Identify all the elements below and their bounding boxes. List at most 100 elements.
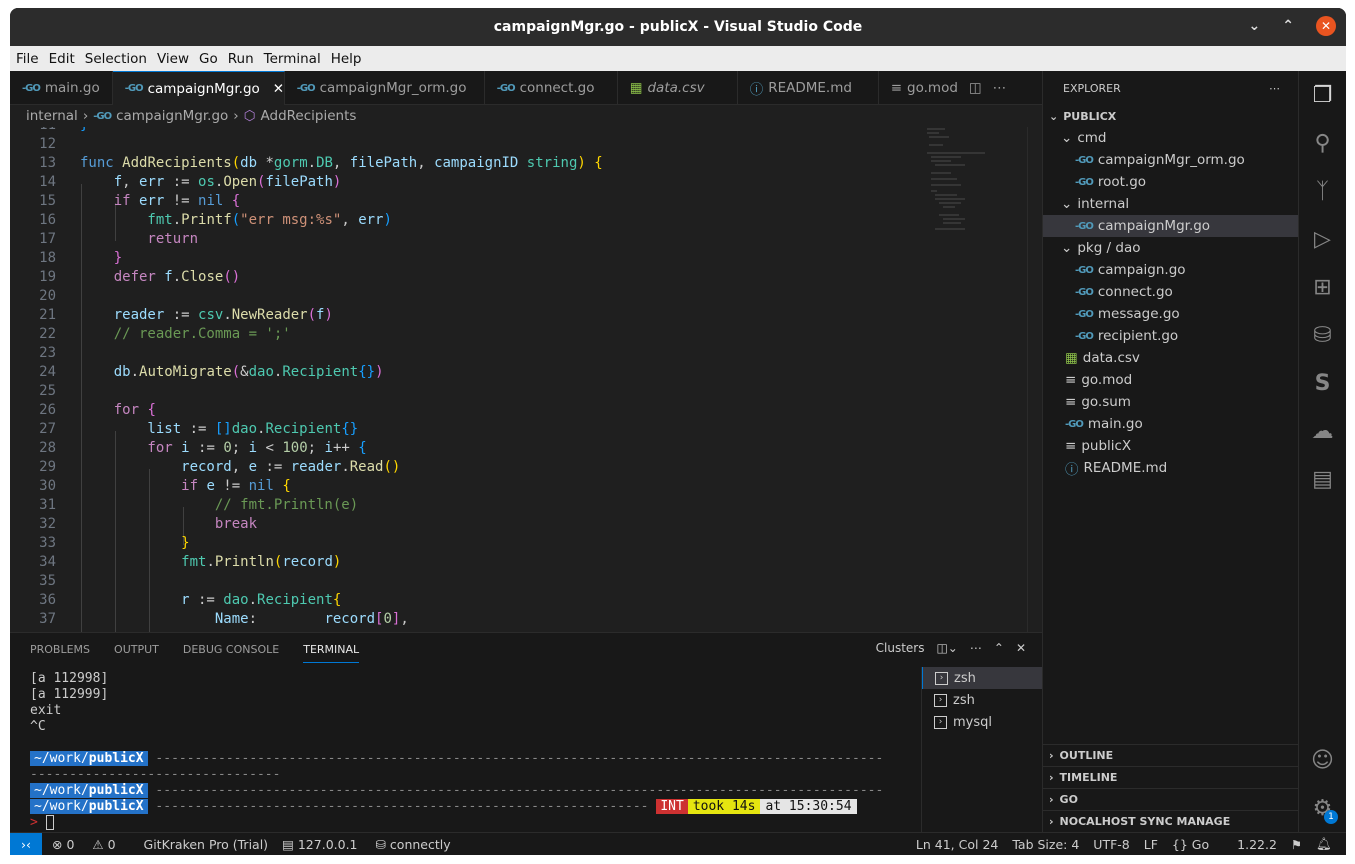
close-tab-icon[interactable]: ✕ bbox=[273, 81, 284, 97]
breadcrumb-file[interactable]: campaignMgr.go bbox=[116, 108, 228, 124]
encoding[interactable]: UTF-8 bbox=[1093, 837, 1129, 852]
menu-view[interactable]: View bbox=[157, 51, 189, 67]
tree-folder[interactable]: ⌄ internal bbox=[1043, 193, 1298, 215]
tab-readme-md[interactable]: ⓘ README.md bbox=[738, 71, 879, 105]
notifications-icon[interactable]: 🔔︎ bbox=[1316, 836, 1332, 852]
tree-file[interactable]: ≡ publicX bbox=[1043, 435, 1298, 457]
line-number: 12 bbox=[39, 136, 56, 152]
maximize-button[interactable]: ⌃ bbox=[1282, 18, 1294, 34]
host-status[interactable]: ▤ 127.0.0.1 ⛁ connectly bbox=[282, 837, 465, 852]
tree-file[interactable]: ≡ go.sum bbox=[1043, 391, 1298, 413]
remote-indicator-icon[interactable]: ›‹ bbox=[10, 832, 42, 855]
code-token: { bbox=[147, 402, 156, 418]
code-line: 12 bbox=[10, 135, 1010, 154]
tab-output[interactable]: OUTPUT bbox=[114, 643, 159, 656]
tree-file[interactable]: -GO recipient.go bbox=[1043, 325, 1298, 347]
run-debug-icon[interactable]: ▷ bbox=[1299, 215, 1346, 263]
root-folder[interactable]: ⌄ PUBLICX bbox=[1043, 105, 1298, 127]
tree-folder[interactable]: ⌄ cmd bbox=[1043, 127, 1298, 149]
close-window-button[interactable]: ✕ bbox=[1316, 16, 1336, 36]
section-go[interactable]: › GO bbox=[1043, 788, 1298, 810]
s-extension-icon[interactable]: S bbox=[1299, 359, 1346, 407]
tab-debug-console[interactable]: DEBUG CONSOLE bbox=[183, 643, 279, 656]
code-token: Open bbox=[223, 174, 258, 190]
code-editor[interactable]: 11}1213func AddRecipients(db *gorm.DB, f… bbox=[10, 127, 1042, 632]
tab-terminal[interactable]: TERMINAL bbox=[303, 635, 360, 663]
tree-file[interactable]: -GO message.go bbox=[1043, 303, 1298, 325]
notebook-icon[interactable]: ▤ bbox=[1299, 455, 1346, 503]
code-token: csv bbox=[198, 307, 224, 323]
more-actions-icon[interactable]: ⋯ bbox=[1269, 82, 1280, 95]
tab-label: README.md bbox=[768, 80, 852, 96]
section-timeline[interactable]: › TIMELINE bbox=[1043, 766, 1298, 788]
language-mode[interactable]: {} Go bbox=[1172, 837, 1223, 852]
eol[interactable]: LF bbox=[1144, 837, 1158, 852]
more-actions-icon[interactable]: ⋯ bbox=[970, 641, 982, 655]
source-control-icon[interactable]: ᛉ bbox=[1299, 167, 1346, 215]
line-number: 13 bbox=[39, 155, 56, 171]
menu-go[interactable]: Go bbox=[199, 51, 218, 67]
tree-file[interactable]: -GO root.go bbox=[1043, 171, 1298, 193]
feedback-icon[interactable]: ⚑ bbox=[1291, 837, 1302, 852]
tab-size[interactable]: Tab Size: 4 bbox=[1012, 837, 1079, 852]
kubernetes-icon[interactable]: ☁ bbox=[1299, 407, 1346, 455]
code-line: 36 r := dao.Recipient{ bbox=[10, 591, 1010, 610]
code-token: record bbox=[282, 554, 333, 570]
clusters-label[interactable]: Clusters bbox=[876, 641, 925, 655]
search-icon[interactable]: ⚲ bbox=[1299, 119, 1346, 167]
tree-file[interactable]: -GO connect.go bbox=[1043, 281, 1298, 303]
tab-go-mod[interactable]: ≡ go.mod ◫ ⋯ bbox=[879, 71, 1018, 105]
split-terminal-icon[interactable]: ◫⌄ bbox=[936, 641, 957, 655]
menu-edit[interactable]: Edit bbox=[49, 51, 75, 67]
cursor-position[interactable]: Ln 41, Col 24 bbox=[916, 837, 998, 852]
gitkraken-status[interactable]: GitKraken Pro (Trial) bbox=[144, 837, 269, 852]
tab-campaignmgr-orm-go[interactable]: -GO campaignMgr_orm.go bbox=[285, 71, 485, 105]
explorer-icon[interactable]: ❐ bbox=[1299, 71, 1346, 119]
account-icon[interactable]: ☺ bbox=[1299, 736, 1346, 784]
code-token: Recipient bbox=[265, 421, 342, 437]
tree-folder[interactable]: ⌄ pkg / dao bbox=[1043, 237, 1298, 259]
tree-file[interactable]: -GO campaignMgr.go bbox=[1043, 215, 1298, 237]
split-editor-icon[interactable]: ◫ bbox=[969, 80, 982, 96]
tab-data-csv[interactable]: ▦ data.csv bbox=[618, 71, 738, 105]
lines-file-icon: ≡ bbox=[890, 80, 903, 96]
close-panel-icon[interactable]: ✕ bbox=[1016, 641, 1026, 655]
tree-file[interactable]: ⓘ README.md bbox=[1043, 457, 1298, 479]
problems-status[interactable]: ⊗ 0 ⚠ 0 bbox=[52, 837, 130, 852]
menu-run[interactable]: Run bbox=[228, 51, 254, 67]
menu-selection[interactable]: Selection bbox=[85, 51, 147, 67]
editor-scrollbar[interactable] bbox=[1027, 127, 1041, 632]
code-token: () bbox=[223, 269, 241, 285]
terminal-item[interactable]: › zsh bbox=[922, 667, 1042, 689]
tree-file[interactable]: -GO campaignMgr_orm.go bbox=[1043, 149, 1298, 171]
maximize-panel-icon[interactable]: ⌃ bbox=[994, 641, 1004, 655]
minimize-button[interactable]: ⌄ bbox=[1249, 18, 1261, 34]
tree-file[interactable]: -GO main.go bbox=[1043, 413, 1298, 435]
menu-file[interactable]: File bbox=[16, 51, 39, 67]
extensions-icon[interactable]: ⊞ bbox=[1299, 263, 1346, 311]
breadcrumb-symbol[interactable]: AddRecipients bbox=[261, 108, 357, 124]
code-token: := bbox=[164, 174, 199, 190]
tab-main-go[interactable]: -GO main.go bbox=[10, 71, 113, 105]
tree-file[interactable]: ▦ data.csv bbox=[1043, 347, 1298, 369]
menu-help[interactable]: Help bbox=[331, 51, 362, 67]
go-version[interactable]: 1.22.2 bbox=[1237, 837, 1277, 852]
tab-campaignmgr-go[interactable]: -GO campaignMgr.go ✕ bbox=[112, 71, 285, 105]
terminal-item[interactable]: › mysql bbox=[922, 711, 1042, 733]
tab-connect-go[interactable]: -GO connect.go bbox=[485, 71, 618, 105]
code-token: ; bbox=[307, 440, 325, 456]
section-outline[interactable]: › OUTLINE bbox=[1043, 744, 1298, 766]
breadcrumb-folder[interactable]: internal bbox=[26, 108, 78, 124]
section-nocalhost[interactable]: › NOCALHOST SYNC MANAGE bbox=[1043, 810, 1298, 832]
tree-file[interactable]: ≡ go.mod bbox=[1043, 369, 1298, 391]
settings-gear-icon[interactable]: ⚙ 1 bbox=[1299, 784, 1346, 832]
tree-file[interactable]: -GO campaign.go bbox=[1043, 259, 1298, 281]
tab-problems[interactable]: PROBLEMS bbox=[30, 643, 90, 656]
terminal-output[interactable]: [a 112998] [a 112999] exit ^C ~/work/pub… bbox=[30, 671, 900, 831]
database-icon[interactable]: ⛁ bbox=[1299, 311, 1346, 359]
prompt-path: ~/work/publicX bbox=[30, 751, 148, 766]
code-token: ) bbox=[577, 155, 595, 171]
more-actions-icon[interactable]: ⋯ bbox=[993, 80, 1007, 96]
terminal-item[interactable]: › zsh bbox=[922, 689, 1042, 711]
menu-terminal[interactable]: Terminal bbox=[264, 51, 321, 67]
